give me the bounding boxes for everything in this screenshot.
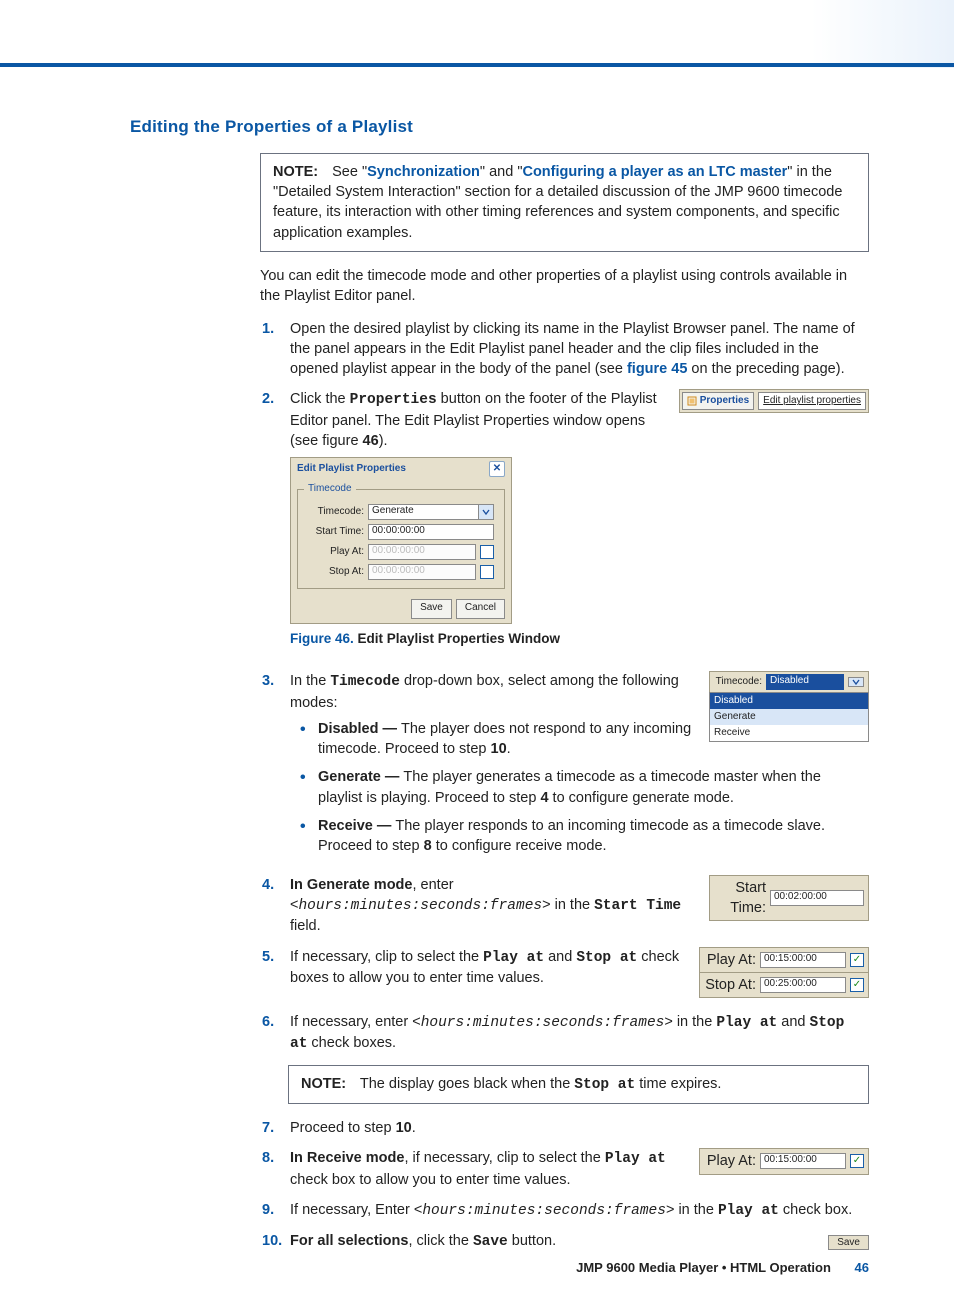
start-time-illustration: Start Time: 00:02:00:00 <box>709 875 869 922</box>
figure-46-caption: Figure 46. Edit Playlist Properties Wind… <box>290 630 869 649</box>
note-box-1: NOTE: See "Synchronization" and "Configu… <box>260 153 869 252</box>
play-at-field[interactable]: 00:15:00:00 <box>760 952 846 968</box>
stop-at-checkbox[interactable] <box>850 978 864 992</box>
play-at-checkbox[interactable] <box>850 953 864 967</box>
step-5: Play At: 00:15:00:00 Stop At: 00:25:00:0… <box>288 947 869 1003</box>
play-stop-illustration: Play At: 00:15:00:00 Stop At: 00:25:00:0… <box>699 947 869 999</box>
cancel-button[interactable]: Cancel <box>456 599 505 619</box>
timecode-label: Timecode: <box>308 505 364 519</box>
doc-title: JMP 9600 Media Player • HTML Operation <box>576 1260 831 1275</box>
play-at-input[interactable]: 00:00:00:00 <box>368 544 476 560</box>
link-ltc-master[interactable]: Configuring a player as an LTC master <box>522 164 787 180</box>
stop-at-label: Stop At: <box>308 565 364 579</box>
step-6: If necessary, enter <hours:minutes:secon… <box>288 1012 869 1055</box>
start-time-field[interactable]: 00:02:00:00 <box>770 890 864 906</box>
step-3: Timecode: Disabled Disabled Generate Rec… <box>288 671 869 864</box>
section-heading: Editing the Properties of a Playlist <box>130 115 869 139</box>
timecode-dd-value[interactable]: Disabled <box>766 674 844 690</box>
play-at-checkbox[interactable] <box>480 545 494 559</box>
start-time-input[interactable]: 00:00:00:00 <box>368 524 494 540</box>
stop-at-checkbox[interactable] <box>480 565 494 579</box>
chevron-down-icon[interactable] <box>848 677 864 687</box>
play-at-label: Play At: <box>308 545 364 559</box>
dialog-title: Edit Playlist Properties <box>297 462 406 476</box>
link-figure-45[interactable]: figure 45 <box>627 361 687 377</box>
page-footer: JMP 9600 Media Player • HTML Operation 4… <box>576 1259 869 1277</box>
header-rule <box>0 63 954 67</box>
note-box-2: NOTE: The display goes black when the St… <box>288 1065 869 1104</box>
step-1: Open the desired playlist by clicking it… <box>288 319 869 380</box>
chevron-down-icon[interactable] <box>478 504 494 520</box>
save-button[interactable]: Save <box>411 599 452 619</box>
properties-strip-illustration: Properties Edit playlist properties <box>679 389 869 413</box>
step-8: Play At: 00:15:00:00 In Receive mode, if… <box>288 1148 869 1190</box>
stop-at-input[interactable]: 00:00:00:00 <box>368 564 476 580</box>
option-disabled[interactable]: Disabled <box>710 693 868 709</box>
properties-button[interactable]: Properties <box>682 392 754 410</box>
save-button[interactable]: Save <box>828 1235 869 1250</box>
play-at-illustration-8: Play At: 00:15:00:00 <box>699 1148 869 1174</box>
step-4: Start Time: 00:02:00:00 In Generate mode… <box>288 875 869 937</box>
figure-46-window: Edit Playlist Properties ✕ Timecode Time… <box>290 457 512 624</box>
play-at-field-8[interactable]: 00:15:00:00 <box>760 1153 846 1169</box>
play-at-checkbox-8[interactable] <box>850 1154 864 1168</box>
timecode-fieldset: Timecode Timecode: Generate Start Time: … <box>297 482 505 589</box>
step-2: Properties Edit playlist properties Clic… <box>288 389 869 661</box>
mode-generate: Generate — The player generates a timeco… <box>318 767 869 808</box>
note-text: See "Synchronization" and "Configuring a… <box>273 164 842 241</box>
step-7: Proceed to step 10. <box>288 1118 869 1138</box>
note-label: NOTE: <box>273 164 318 180</box>
properties-icon <box>687 396 697 406</box>
fieldset-legend: Timecode <box>304 482 356 496</box>
start-time-label: Start Time: <box>308 525 364 539</box>
save-button-illustration: Save <box>828 1231 869 1251</box>
mode-disabled: Disabled — The player does not respond t… <box>318 719 869 760</box>
stop-at-field[interactable]: 00:25:00:00 <box>760 977 846 993</box>
page-number: 46 <box>855 1260 869 1275</box>
close-icon[interactable]: ✕ <box>489 461 505 477</box>
timecode-select[interactable]: Generate <box>368 504 494 520</box>
mode-receive: Receive — The player responds to an inco… <box>318 816 869 857</box>
step-9: If necessary, Enter <hours:minutes:secon… <box>288 1200 869 1221</box>
link-synchronization[interactable]: Synchronization <box>367 164 480 180</box>
edit-playlist-properties-link[interactable]: Edit playlist properties <box>758 392 866 410</box>
intro-paragraph: You can edit the timecode mode and other… <box>260 266 869 307</box>
